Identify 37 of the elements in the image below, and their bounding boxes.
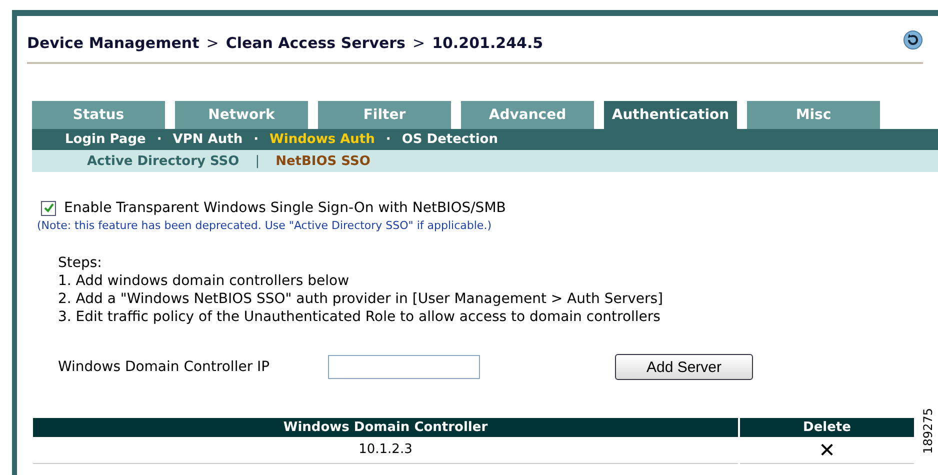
tab[interactable]: Network xyxy=(175,101,308,129)
step-text: 3. Edit traffic policy of the Unauthenticated Role to allow access to domain controllers xyxy=(58,308,662,326)
subsubtab[interactable]: Active Directory SSO xyxy=(87,154,240,168)
controller-ip-field[interactable] xyxy=(328,355,480,379)
breadcrumb-separator: > xyxy=(206,34,219,52)
table-cell: 10.1.2.3 xyxy=(33,437,738,464)
step-text: 2. Add a "Windows NetBIOS SSO" auth provider in [User Management > Auth Servers] xyxy=(58,290,664,308)
column-header: Windows Domain Controller xyxy=(33,418,738,437)
step-text: 1. Add windows domain controllers below xyxy=(58,272,350,290)
deprecation-note: (Note: this feature has been deprecated. Use "Active Directory SSO" if applicable.) xyxy=(37,219,492,232)
subtab[interactable]: OS Detection xyxy=(402,132,498,147)
subtab[interactable]: Login Page xyxy=(65,132,146,147)
breadcrumb-item: Clean Access Servers xyxy=(226,34,406,52)
delete-button[interactable]: ✕ xyxy=(818,438,836,462)
checkbox-label: Enable Transparent Windows Single Sign-On with NetBIOS/SMB xyxy=(64,200,506,216)
tab[interactable]: Status xyxy=(32,101,165,129)
tab[interactable]: Advanced xyxy=(461,101,594,129)
subtab[interactable]: Windows Auth xyxy=(270,132,375,147)
subtab-separator: · xyxy=(156,132,162,147)
breadcrumb-separator: > xyxy=(412,34,426,52)
step-text: Steps: xyxy=(58,254,103,272)
refresh-icon[interactable] xyxy=(903,30,923,50)
subsubtab-separator: | xyxy=(255,154,260,168)
column-header: Delete xyxy=(740,418,914,437)
subtab-separator: · xyxy=(254,132,259,147)
add-server-button[interactable]: Add Server xyxy=(615,354,753,380)
field-label: Windows Domain Controller IP xyxy=(58,359,271,375)
tab[interactable]: Authentication xyxy=(604,101,737,129)
breadcrumb-item: 10.201.244.5 xyxy=(432,34,544,52)
subtab[interactable]: VPN Auth xyxy=(172,132,243,147)
tab[interactable]: Misc xyxy=(747,101,880,129)
subtab-separator: · xyxy=(386,132,391,147)
checkbox[interactable] xyxy=(41,200,56,216)
tab[interactable]: Filter xyxy=(318,101,451,129)
subsubtab[interactable]: NetBIOS SSO xyxy=(276,154,370,168)
breadcrumb-item: Device Management xyxy=(27,34,200,52)
figure-number: 189275 xyxy=(922,408,934,454)
